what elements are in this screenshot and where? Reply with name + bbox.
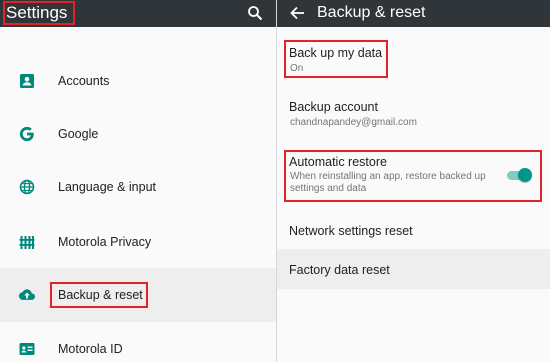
cloud-upload-icon xyxy=(19,289,35,300)
automatic-restore-title: Automatic restore xyxy=(289,155,387,169)
settings-item-accounts[interactable]: Accounts xyxy=(0,64,276,98)
factory-data-reset-item[interactable]: Factory data reset xyxy=(277,249,550,289)
automatic-restore-summary: When reinstalling an app, restore backed… xyxy=(290,171,486,194)
settings-item-label: Google xyxy=(58,127,99,141)
settings-item-language-input[interactable]: Language & input xyxy=(0,170,276,204)
back-arrow-icon[interactable] xyxy=(290,6,305,20)
globe-icon xyxy=(19,179,35,195)
privacy-icon xyxy=(19,236,35,249)
network-settings-reset-item[interactable]: Network settings reset xyxy=(277,216,550,248)
settings-item-motorola-privacy[interactable]: Motorola Privacy xyxy=(0,225,276,259)
settings-item-label: Motorola ID xyxy=(58,342,123,356)
settings-title: Settings xyxy=(6,3,68,22)
network-settings-reset-title: Network settings reset xyxy=(289,224,413,238)
settings-item-motorola-id[interactable]: Motorola ID xyxy=(0,336,276,362)
id-card-icon xyxy=(19,343,35,355)
backup-reset-title: Backup & reset xyxy=(317,4,426,21)
search-icon[interactable] xyxy=(247,5,263,21)
automatic-restore-toggle[interactable] xyxy=(507,168,532,182)
back-up-my-data-summary: On xyxy=(290,63,304,74)
settings-toolbar: Settings xyxy=(0,0,276,27)
back-up-my-data-item[interactable]: Back up my data On xyxy=(277,40,550,78)
backup-toolbar: Backup & reset xyxy=(277,0,550,27)
settings-item-label: Backup & reset xyxy=(58,288,143,302)
back-up-my-data-title: Back up my data xyxy=(289,46,383,60)
settings-item-label: Motorola Privacy xyxy=(58,235,152,249)
backup-account-item[interactable]: Backup account chandnapandey@gmail.com xyxy=(277,96,550,136)
accounts-icon xyxy=(20,74,34,88)
backup-account-title: Backup account xyxy=(289,100,378,114)
settings-item-google[interactable]: Google xyxy=(0,117,276,151)
factory-data-reset-title: Factory data reset xyxy=(289,263,390,277)
backup-account-summary: chandnapandey@gmail.com xyxy=(290,117,417,128)
settings-item-label: Language & input xyxy=(58,180,157,194)
backup-reset-panel: Backup & reset Back up my data On Backup… xyxy=(277,0,550,362)
settings-item-backup-reset[interactable]: Backup & reset xyxy=(0,268,276,322)
automatic-restore-item[interactable]: Automatic restore When reinstalling an a… xyxy=(277,150,550,202)
google-icon xyxy=(19,126,34,142)
settings-item-label: Accounts xyxy=(58,74,110,88)
settings-panel: Settings Accounts Google Language & inpu… xyxy=(0,0,276,362)
